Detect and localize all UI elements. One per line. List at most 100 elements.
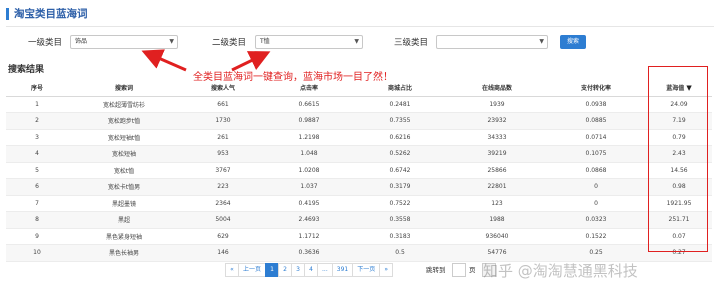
cell-index: 10 (6, 244, 68, 262)
cell-conversion: 0.1075 (546, 145, 646, 163)
first-page-button[interactable]: « (225, 263, 239, 277)
table-row: 2 宽松跑步t恤 1730 0.9887 0.7355 23932 0.0885 7.19 (6, 112, 712, 130)
cell-ctr: 1.0208 (266, 162, 352, 179)
col-header-index: 序号 (6, 80, 68, 97)
cell-mall-ratio: 0.5 (352, 244, 448, 262)
cell-popularity: 223 (180, 178, 266, 196)
cell-online-items: 936040 (448, 228, 546, 245)
search-button[interactable]: 搜索 (560, 35, 586, 49)
level2-select[interactable]: T恤 ▼ (255, 35, 363, 49)
cell-mall-ratio: 0.3183 (352, 228, 448, 245)
jump-label: 跳转到 (426, 266, 446, 274)
pagination: « 上一页 1 2 3 4 ... 391 下一页 » (225, 263, 394, 277)
cell-keyword: 宽松卡t恤男 (68, 178, 180, 196)
arrow-to-level1 (141, 49, 187, 72)
cell-mall-ratio: 0.3179 (352, 178, 448, 196)
level1-select-value: 饰品 (75, 38, 88, 45)
cell-conversion: 0.0323 (546, 211, 646, 229)
last-page-arrow-button[interactable]: » (379, 263, 394, 277)
page-title: 淘宝类目蓝海词 (6, 8, 88, 20)
cell-index: 2 (6, 112, 68, 130)
jump-page-input[interactable] (452, 263, 466, 277)
cell-conversion: 0.0868 (546, 162, 646, 179)
highlight-box (648, 66, 708, 252)
level2-label: 二级类目 (212, 38, 247, 48)
cell-index: 1 (6, 96, 68, 113)
cell-mall-ratio: 0.7355 (352, 112, 448, 130)
col-header-online-items: 在线商品数 (448, 80, 546, 97)
level1-select[interactable]: 饰品 ▼ (70, 35, 178, 49)
cell-ctr: 0.4195 (266, 195, 352, 212)
next-page-button[interactable]: 下一页 (352, 263, 381, 277)
jump-unit: 页 (469, 266, 476, 274)
level1-label: 一级类目 (28, 38, 63, 48)
cell-popularity: 5004 (180, 211, 266, 229)
page-3-button[interactable]: 3 (291, 263, 306, 277)
table-row: 3 宽松短袖t恤 261 1.2198 0.6216 34333 0.0714 0.79 (6, 129, 712, 146)
cell-ctr: 1.037 (266, 178, 352, 196)
cell-conversion: 0.25 (546, 244, 646, 262)
cell-popularity: 953 (180, 145, 266, 163)
cell-keyword: 黑超墨镜 (68, 195, 180, 212)
prev-page-button[interactable]: 上一页 (238, 263, 267, 277)
cell-ctr: 2.4693 (266, 211, 352, 229)
last-page-button[interactable]: 391 (331, 263, 354, 277)
cell-ctr: 1.2198 (266, 129, 352, 146)
cell-mall-ratio: 0.6216 (352, 129, 448, 146)
cell-ctr: 0.3636 (266, 244, 352, 262)
cell-mall-ratio: 0.5262 (352, 145, 448, 163)
table-row: 7 黑超墨镜 2364 0.4195 0.7522 123 0 1921.95 (6, 195, 712, 212)
cell-ctr: 0.6615 (266, 96, 352, 113)
cell-index: 5 (6, 162, 68, 179)
chevron-down-icon: ▼ (354, 38, 359, 45)
cell-online-items: 34333 (448, 129, 546, 146)
cell-keyword: 宽松超薄雪纺衫 (68, 96, 180, 113)
page-1-button[interactable]: 1 (265, 263, 280, 277)
cell-popularity: 1730 (180, 112, 266, 130)
level3-select[interactable]: ▼ (436, 35, 548, 49)
cell-popularity: 629 (180, 228, 266, 245)
cell-popularity: 3767 (180, 162, 266, 179)
page-4-button[interactable]: 4 (304, 263, 319, 277)
table-row: 5 宽松t恤 3767 1.0208 0.6742 25866 0.0868 14.56 (6, 162, 712, 179)
col-header-conversion: 支付转化率 (546, 80, 646, 97)
chevron-down-icon: ▼ (539, 38, 544, 45)
cell-ctr: 1.1712 (266, 228, 352, 245)
cell-mall-ratio: 0.2481 (352, 96, 448, 113)
cell-conversion: 0 (546, 178, 646, 196)
cell-keyword: 宽松短袖 (68, 145, 180, 163)
cell-ctr: 0.9887 (266, 112, 352, 130)
table-row: 10 黑色长袖男 146 0.3636 0.5 54776 0.25 0.27 (6, 244, 712, 262)
cell-online-items: 1939 (448, 96, 546, 113)
cell-index: 7 (6, 195, 68, 212)
watermark: 知乎 @淘淘慧通黑科技 (483, 262, 638, 280)
cell-online-items: 22801 (448, 178, 546, 196)
cell-mall-ratio: 0.6742 (352, 162, 448, 179)
annotation-text: 全类目蓝海词一键查询，蓝海市场一目了然！ (193, 72, 393, 83)
cell-online-items: 1988 (448, 211, 546, 229)
level2-select-value: T恤 (260, 38, 270, 45)
cell-popularity: 2364 (180, 195, 266, 212)
table-row: 9 黑色紧身短袖 629 1.1712 0.3183 936040 0.1522 0.07 (6, 228, 712, 245)
chevron-down-icon: ▼ (169, 38, 174, 45)
level3-label: 三级类目 (394, 38, 429, 48)
results-title: 搜索结果 (8, 65, 45, 75)
table-row: 8 黑超 5004 2.4693 0.3558 1988 0.0323 251.71 (6, 211, 712, 229)
page-2-button[interactable]: 2 (278, 263, 293, 277)
cell-online-items: 25866 (448, 162, 546, 179)
cell-index: 9 (6, 228, 68, 245)
cell-popularity: 261 (180, 129, 266, 146)
cell-index: 4 (6, 145, 68, 163)
results-table: 序号 搜索词 搜索人气 点击率 商城占比 在线商品数 支付转化率 蓝海值 ▼ 1宽… (6, 80, 712, 262)
col-header-keyword: 搜索词 (68, 80, 180, 97)
cell-mall-ratio: 0.7522 (352, 195, 448, 212)
cell-ctr: 1.048 (266, 145, 352, 163)
table-row: 6 宽松卡t恤男 223 1.037 0.3179 22801 0 0.98 (6, 178, 712, 196)
title-divider (6, 26, 714, 27)
cell-online-items: 54776 (448, 244, 546, 262)
cell-mall-ratio: 0.3558 (352, 211, 448, 229)
cell-keyword: 黑色紧身短袖 (68, 228, 180, 245)
cell-index: 6 (6, 178, 68, 196)
cell-conversion: 0.0938 (546, 96, 646, 113)
table-row: 4 宽松短袖 953 1.048 0.5262 39219 0.1075 2.43 (6, 145, 712, 163)
